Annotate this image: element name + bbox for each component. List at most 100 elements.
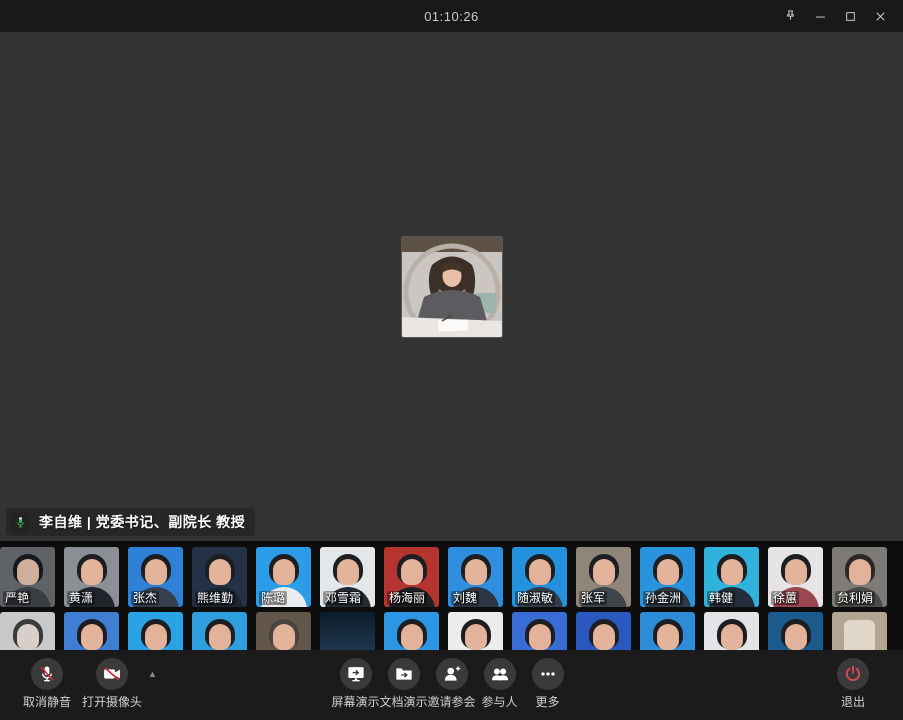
avatar-face bbox=[209, 559, 231, 585]
invite-person-plus-icon bbox=[436, 658, 468, 690]
speaker-mic-icon bbox=[9, 511, 31, 533]
more-button[interactable]: 更多 bbox=[524, 658, 572, 710]
participant-tile[interactable]: 张军 bbox=[576, 547, 631, 607]
participant-name: 刘魏 bbox=[451, 591, 479, 605]
microphone-muted-icon bbox=[31, 658, 63, 690]
participant-tile[interactable] bbox=[128, 612, 183, 650]
camera-off-icon bbox=[96, 658, 128, 690]
maximize-icon[interactable] bbox=[835, 0, 865, 32]
doc-share-label: 文档演示 bbox=[380, 693, 428, 710]
open-camera-button[interactable]: 打开摄像头 bbox=[76, 658, 148, 710]
avatar-face bbox=[465, 559, 487, 585]
avatar-face bbox=[785, 624, 807, 650]
pin-icon[interactable] bbox=[775, 0, 805, 32]
participant-tile[interactable]: 徐蕙 bbox=[768, 547, 823, 607]
participants-button[interactable]: 参与人 bbox=[476, 658, 524, 710]
active-speaker-video[interactable] bbox=[402, 237, 502, 337]
close-icon[interactable] bbox=[865, 0, 895, 32]
main-stage: 李自维 | 党委书记、副院长 教授 bbox=[0, 32, 903, 541]
avatar-face bbox=[593, 624, 615, 650]
power-icon bbox=[837, 658, 869, 690]
participants-label: 参与人 bbox=[481, 693, 517, 710]
camera-options-caret-icon[interactable]: ▲ bbox=[148, 670, 157, 679]
screen-share-button[interactable]: 屏幕演示 bbox=[332, 658, 380, 710]
participant-tile[interactable]: 陈璐 bbox=[256, 547, 311, 607]
participant-tile[interactable]: 刘魏 bbox=[448, 547, 503, 607]
participant-name: 韩健 bbox=[707, 591, 735, 605]
participant-row-1: 严艳 黄潇 张杰 熊维勤 陈璐 邓雪霜 杨海丽 刘魏 bbox=[0, 547, 887, 607]
participant-tile[interactable] bbox=[320, 612, 375, 650]
participant-tile[interactable]: 杨海丽 bbox=[384, 547, 439, 607]
title-bar: 01:10:26 bbox=[0, 0, 903, 32]
participant-name: 徐蕙 bbox=[771, 591, 799, 605]
participant-name: 随淑敏 bbox=[515, 591, 555, 605]
meeting-window: 01:10:26 bbox=[0, 0, 903, 720]
participant-tile[interactable]: 黄潇 bbox=[64, 547, 119, 607]
minimize-icon[interactable] bbox=[805, 0, 835, 32]
participant-tile[interactable] bbox=[512, 612, 567, 650]
invite-button[interactable]: 邀请参会 bbox=[428, 658, 476, 710]
unmute-label: 取消静音 bbox=[23, 693, 71, 710]
participant-tile[interactable]: 贠利娟 bbox=[832, 547, 887, 607]
invite-label: 邀请参会 bbox=[428, 693, 476, 710]
participant-row-2 bbox=[0, 612, 887, 650]
participant-tile[interactable] bbox=[448, 612, 503, 650]
participant-tile[interactable]: 随淑敏 bbox=[512, 547, 567, 607]
avatar-face bbox=[785, 559, 807, 585]
unmute-button[interactable]: 取消静音 bbox=[18, 658, 76, 710]
window-controls bbox=[775, 0, 895, 32]
meeting-actions: 屏幕演示 文档演示 邀 bbox=[332, 658, 572, 710]
participant-tile[interactable] bbox=[192, 612, 247, 650]
meeting-timer: 01:10:26 bbox=[424, 9, 479, 24]
more-ellipsis-icon bbox=[532, 658, 564, 690]
participant-tile[interactable]: 韩健 bbox=[704, 547, 759, 607]
avatar-face bbox=[81, 624, 103, 650]
participant-name: 邓雪霜 bbox=[323, 591, 363, 605]
audio-video-controls: 取消静音 打开摄像头 ▲ bbox=[18, 658, 157, 710]
screen-share-icon bbox=[340, 658, 372, 690]
exit-button[interactable]: 退出 bbox=[827, 658, 879, 710]
exit-label: 退出 bbox=[841, 693, 865, 710]
avatar-face bbox=[209, 624, 231, 650]
participant-tile[interactable] bbox=[768, 612, 823, 650]
open-camera-label: 打开摄像头 bbox=[82, 693, 142, 710]
participant-name: 贠利娟 bbox=[835, 591, 875, 605]
participant-tile[interactable] bbox=[0, 612, 55, 650]
participant-tile[interactable] bbox=[576, 612, 631, 650]
participant-tile[interactable]: 邓雪霜 bbox=[320, 547, 375, 607]
avatar-face bbox=[721, 624, 743, 650]
avatar-face bbox=[593, 559, 615, 585]
participant-tile[interactable] bbox=[832, 612, 887, 650]
participant-tile[interactable]: 孙金洲 bbox=[640, 547, 695, 607]
avatar-face bbox=[721, 559, 743, 585]
participants-people-icon bbox=[484, 658, 516, 690]
participant-name: 孙金洲 bbox=[643, 591, 683, 605]
avatar-face bbox=[81, 559, 103, 585]
participant-name: 杨海丽 bbox=[387, 591, 427, 605]
screen-share-label: 屏幕演示 bbox=[332, 693, 380, 710]
doc-share-button[interactable]: 文档演示 bbox=[380, 658, 428, 710]
doc-share-icon bbox=[388, 658, 420, 690]
participant-tile[interactable] bbox=[640, 612, 695, 650]
participant-tile[interactable]: 张杰 bbox=[128, 547, 183, 607]
participant-name: 熊维勤 bbox=[195, 591, 235, 605]
participant-name: 陈璐 bbox=[259, 591, 287, 605]
participant-tile[interactable]: 熊维勤 bbox=[192, 547, 247, 607]
participant-tile[interactable] bbox=[64, 612, 119, 650]
avatar-face bbox=[657, 624, 679, 650]
participant-name: 张杰 bbox=[131, 591, 159, 605]
participant-name: 黄潇 bbox=[67, 591, 95, 605]
more-label: 更多 bbox=[535, 693, 559, 710]
participant-tile[interactable] bbox=[384, 612, 439, 650]
active-speaker-info: 李自维 | 党委书记、副院长 教授 bbox=[6, 508, 255, 536]
avatar-face bbox=[145, 624, 167, 650]
participant-tile[interactable] bbox=[704, 612, 759, 650]
participant-tile[interactable]: 严艳 bbox=[0, 547, 55, 607]
participant-tile[interactable] bbox=[256, 612, 311, 650]
avatar-face bbox=[17, 559, 39, 585]
avatar-face bbox=[401, 624, 423, 650]
avatar-face bbox=[529, 559, 551, 585]
avatar-face bbox=[849, 559, 871, 585]
control-bar: 取消静音 打开摄像头 ▲ bbox=[0, 650, 903, 720]
avatar-face bbox=[337, 559, 359, 585]
